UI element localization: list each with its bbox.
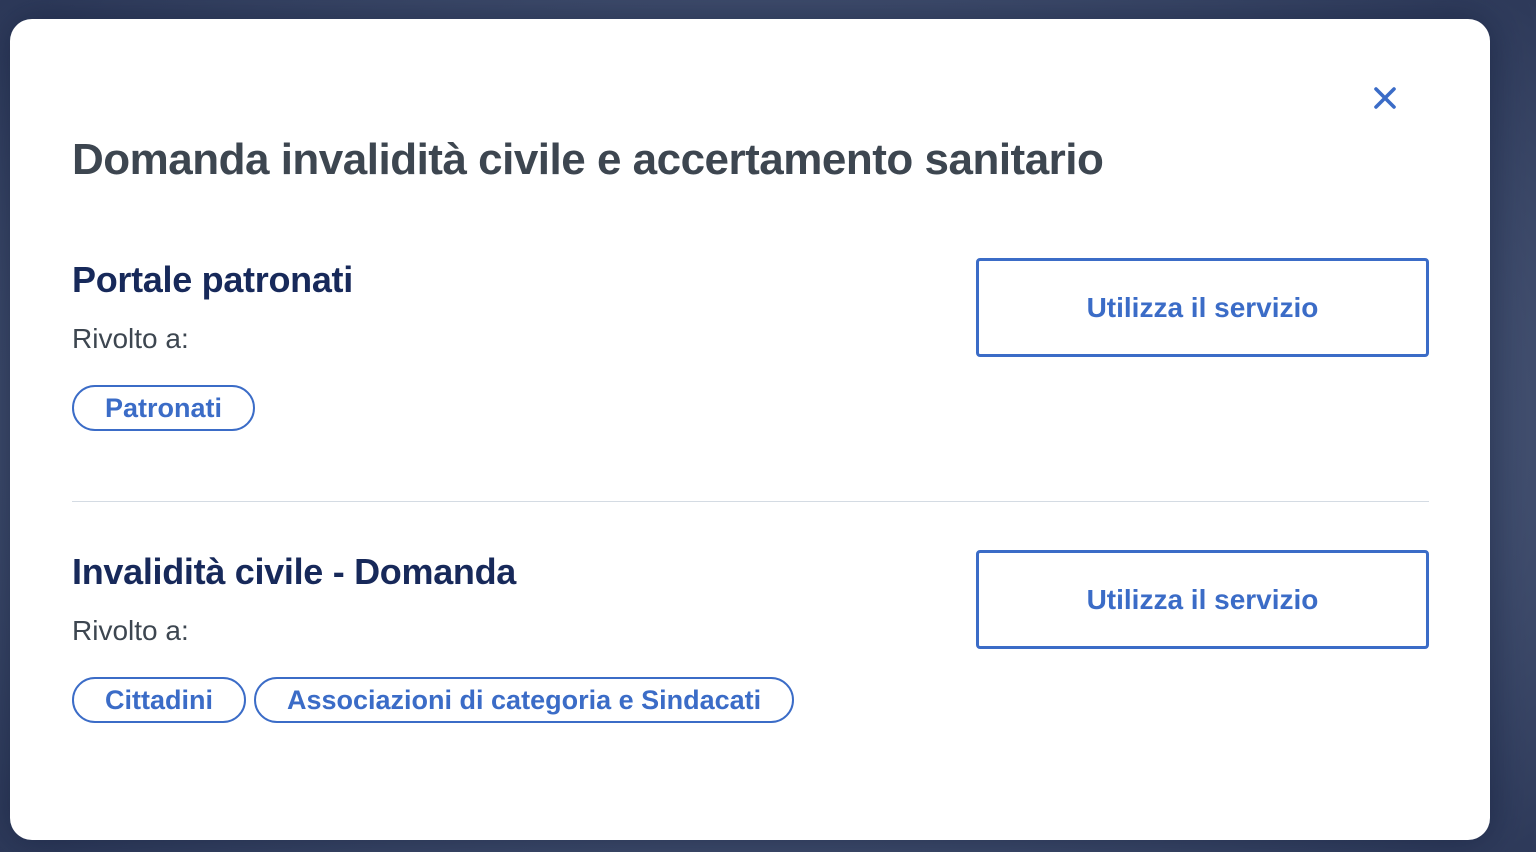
tag-patronati[interactable]: Patronati — [72, 385, 256, 431]
section-divider — [72, 501, 1429, 502]
use-service-button[interactable]: Utilizza il servizio — [976, 258, 1429, 357]
modal-title: Domanda invalidità civile e accertamento… — [72, 135, 1104, 184]
audience-tags: Cittadini Associazioni di categoria e Si… — [72, 677, 1429, 723]
service-modal: Domanda invalidità civile e accertamento… — [10, 19, 1490, 840]
tag-associazioni-sindacati[interactable]: Associazioni di categoria e Sindacati — [254, 677, 795, 723]
close-icon — [1374, 87, 1396, 109]
tag-cittadini[interactable]: Cittadini — [72, 677, 246, 723]
close-button[interactable] — [1370, 83, 1400, 113]
service-invalidita-civile-domanda: Invalidità civile - Domanda Rivolto a: C… — [72, 550, 1429, 723]
use-service-button[interactable]: Utilizza il servizio — [976, 550, 1429, 649]
service-portale-patronati: Portale patronati Rivolto a: Patronati U… — [72, 258, 1429, 431]
audience-tags: Patronati — [72, 385, 1429, 431]
